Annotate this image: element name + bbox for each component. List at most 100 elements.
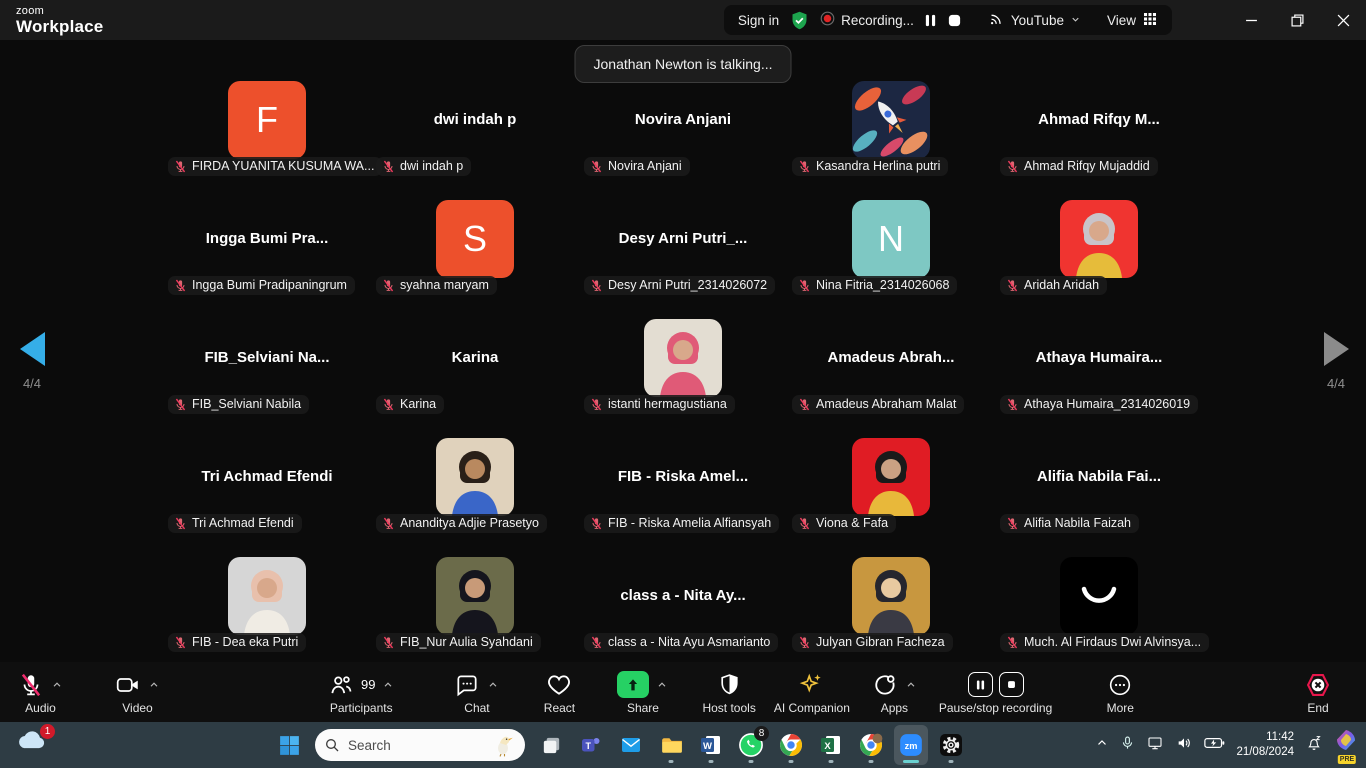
participant-tile[interactable]: FIB - Dea eka Putri — [163, 536, 371, 655]
participant-name-label: Ananditya Adjie Prasetyo — [376, 514, 547, 533]
hidden-icons-chevron[interactable] — [1095, 736, 1109, 755]
chat-caret[interactable] — [487, 679, 499, 691]
microphone-tray-icon[interactable] — [1120, 735, 1135, 756]
participant-label-text: Ananditya Adjie Prasetyo — [400, 516, 539, 530]
participant-tile[interactable]: Ssyahna maryam — [371, 179, 579, 298]
taskbar-icon-mail[interactable] — [614, 725, 648, 765]
mic-muted-icon — [798, 279, 811, 292]
taskbar-icon-start[interactable] — [272, 725, 306, 765]
participant-tile[interactable]: Athaya Humaira...Athaya Humaira_23140260… — [995, 298, 1203, 417]
participant-tile[interactable]: Ananditya Adjie Prasetyo — [371, 417, 579, 536]
share-caret[interactable] — [656, 679, 668, 691]
participant-tile[interactable]: FIB_Selviani Na...FIB_Selviani Nabila — [163, 298, 371, 417]
ai-companion-button[interactable]: AI Companion — [774, 670, 850, 715]
participant-tile[interactable]: FIB_Nur Aulia Syahdani — [371, 536, 579, 655]
taskbar-search[interactable]: Search — [315, 729, 525, 761]
battery-tray-icon[interactable] — [1204, 736, 1225, 755]
host-tools-button[interactable]: Host tools — [702, 670, 755, 715]
svg-text:zm: zm — [905, 741, 918, 751]
share-label: Share — [627, 701, 659, 715]
volume-tray-icon[interactable] — [1175, 735, 1193, 756]
taskbar-icon-word[interactable]: W — [694, 725, 728, 765]
next-page-arrow-icon[interactable] — [1324, 332, 1349, 366]
gallery-prev-page[interactable]: 4/4 — [6, 332, 58, 391]
taskbar-clock[interactable]: 11:42 21/08/2024 — [1236, 730, 1294, 760]
participant-tile[interactable]: Julyan Gibran Facheza — [787, 536, 995, 655]
participant-tile[interactable]: Ahmad Rifqy M...Ahmad Rifqy Mujaddid — [995, 60, 1203, 179]
stop-recording-icon[interactable] — [999, 672, 1024, 697]
prev-page-arrow-icon[interactable] — [20, 332, 45, 366]
participant-label-text: Ahmad Rifqy Mujaddid — [1024, 159, 1150, 173]
video-caret[interactable] — [148, 679, 160, 691]
participant-name-label: FIB - Riska Amelia Alfiansyah — [584, 514, 779, 533]
display-tray-icon[interactable] — [1146, 735, 1164, 756]
participant-label-text: Julyan Gibran Facheza — [816, 635, 945, 649]
taskbar-icon-whatsapp[interactable]: 8 — [734, 725, 768, 765]
participant-tile[interactable]: class a - Nita Ay...class a - Nita Ayu A… — [579, 536, 787, 655]
participant-avatar — [1060, 200, 1138, 278]
react-button[interactable]: React — [539, 670, 579, 715]
participant-tile[interactable]: Kasandra Herlina putri — [787, 60, 995, 179]
participant-tile[interactable]: FIB - Riska Amel...FIB - Riska Amelia Al… — [579, 417, 787, 536]
more-button[interactable]: More — [1100, 670, 1140, 715]
apps-button[interactable]: Apps — [872, 670, 917, 715]
participants-count: 99 — [361, 677, 375, 692]
participant-tile[interactable]: FFIRDA YUANITA KUSUMA WA... — [163, 60, 371, 179]
taskbar-icon-teams[interactable]: T — [574, 725, 608, 765]
participants-caret[interactable] — [382, 679, 394, 691]
end-button[interactable]: End — [1298, 670, 1338, 715]
participant-tile[interactable]: istanti hermagustiana — [579, 298, 787, 417]
m365-copilot-icon[interactable]: PRE — [1334, 728, 1360, 762]
close-button[interactable] — [1320, 0, 1366, 40]
taskbar-icon-task-view[interactable] — [534, 725, 568, 765]
taskbar-icon-settings[interactable] — [934, 725, 968, 765]
participant-display-name: Tri Achmad Efendi — [193, 468, 340, 485]
restore-button[interactable] — [1274, 0, 1320, 40]
security-shield-icon[interactable] — [789, 10, 810, 31]
live-stream-menu[interactable]: YouTube — [988, 10, 1081, 30]
pause-recording-icon[interactable] — [968, 672, 993, 697]
participant-label-text: Alifia Nabila Faizah — [1024, 516, 1131, 530]
video-button[interactable]: Video — [115, 670, 160, 715]
participants-button[interactable]: 99Participants — [328, 670, 394, 715]
taskbar-icon-excel[interactable]: X — [814, 725, 848, 765]
participant-tile[interactable]: Much. Al Firdaus Dwi Alvinsya... — [995, 536, 1203, 655]
minimize-button[interactable] — [1228, 0, 1274, 40]
share-button[interactable]: Share — [617, 670, 668, 715]
participant-tile[interactable]: Amadeus Abrah...Amadeus Abraham Malat — [787, 298, 995, 417]
participant-name-label: Ahmad Rifqy Mujaddid — [1000, 157, 1158, 176]
taskbar-icon-file-explorer[interactable] — [654, 725, 688, 765]
view-button[interactable]: View — [1107, 11, 1158, 30]
onedrive-icon[interactable]: 1 — [16, 728, 50, 762]
video-icon — [115, 672, 141, 698]
participant-tile[interactable]: Tri Achmad EfendiTri Achmad Efendi — [163, 417, 371, 536]
stop-recording-button[interactable] — [947, 13, 962, 28]
chat-button[interactable]: Chat — [454, 670, 499, 715]
pause-recording-button[interactable] — [924, 13, 937, 28]
apps-caret[interactable] — [905, 679, 917, 691]
participant-label-text: Ingga Bumi Pradipaningrum — [192, 278, 347, 292]
participant-tile[interactable]: dwi indah pdwi indah p — [371, 60, 579, 179]
taskbar-icon-chrome[interactable] — [774, 725, 808, 765]
taskbar-icon-chrome-profile[interactable] — [854, 725, 888, 765]
audio-button[interactable]: Audio — [18, 670, 63, 715]
participant-tile[interactable]: Alifia Nabila Fai...Alifia Nabila Faizah — [995, 417, 1203, 536]
pause-stop-button[interactable]: Pause/stop recording — [939, 670, 1052, 715]
live-stream-icon — [988, 10, 1005, 30]
participant-label-text: FIB - Riska Amelia Alfiansyah — [608, 516, 771, 530]
taskbar-icon-zoom[interactable]: zm — [894, 725, 928, 765]
mic-muted-icon — [1006, 398, 1019, 411]
audio-caret[interactable] — [51, 679, 63, 691]
participant-display-name: Karina — [444, 349, 507, 366]
sign-in-button[interactable]: Sign in — [738, 13, 779, 28]
notification-bell-icon[interactable] — [1305, 734, 1323, 757]
gallery-next-page[interactable]: 4/4 — [1310, 332, 1362, 391]
participant-tile[interactable]: Viona & Fafa — [787, 417, 995, 536]
participant-tile[interactable]: NNina Fitria_2314026068 — [787, 179, 995, 298]
participant-tile[interactable]: KarinaKarina — [371, 298, 579, 417]
participant-tile[interactable]: Desy Arni Putri_...Desy Arni Putri_23140… — [579, 179, 787, 298]
participant-tile[interactable]: Aridah Aridah — [995, 179, 1203, 298]
participant-name-label: FIB - Dea eka Putri — [168, 633, 306, 652]
participant-tile[interactable]: Ingga Bumi Pra...Ingga Bumi Pradipaningr… — [163, 179, 371, 298]
logo-zoom-text: zoom — [16, 6, 103, 17]
